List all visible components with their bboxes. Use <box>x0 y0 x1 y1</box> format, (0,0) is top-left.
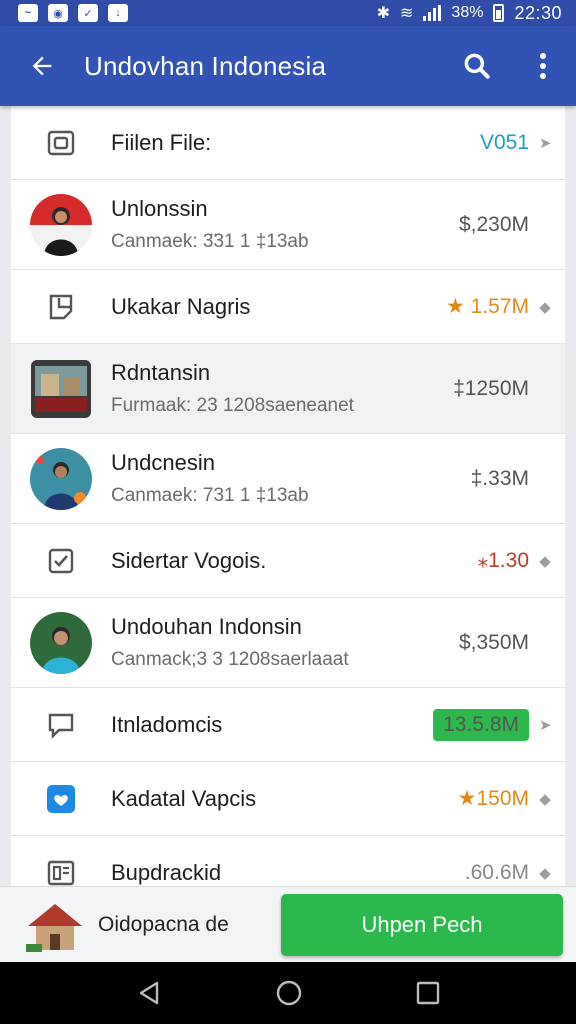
search-icon <box>464 53 490 79</box>
item-subtitle: Canmack;3 3 1208saerlaaat <box>111 649 349 670</box>
item-title: Unlonssin <box>111 196 208 221</box>
chevron-icon: ◆ <box>539 790 551 808</box>
app-icon <box>47 784 75 813</box>
chevron-icon: ◆ <box>539 552 551 570</box>
item-subtitle: Canmaek: 731 1 ‡13ab <box>111 485 309 506</box>
list-item[interactable]: Kadatal Vapcis ★150M ◆ <box>11 762 565 836</box>
list-item[interactable]: Itnladomcis 13.5.8M ➤ <box>11 688 565 762</box>
list-item[interactable]: Bupdrackid .60.6M ◆ <box>11 836 565 886</box>
back-button[interactable] <box>0 26 84 106</box>
status-bar: ~ ◉ ✓ ↓ ✱ ≋ 38% 22:30 <box>0 0 576 26</box>
signal-icon <box>423 5 442 21</box>
battery-percent: 38% <box>451 4 484 21</box>
bottom-label: Oidopacna de <box>98 912 229 936</box>
checkbox-icon <box>48 548 74 573</box>
bottom-action-bar: Oidopacna de Uhpen Pech <box>0 886 576 962</box>
file-header-row[interactable]: Fiilen File: V051 ➤ <box>11 106 565 180</box>
list-item[interactable]: Ukakar Nagris ★ 1.57M ◆ <box>11 270 565 344</box>
thumbnail-image <box>31 359 91 418</box>
list-item[interactable]: Sidertar Vogois. ⁎1.30 ◆ <box>11 524 565 598</box>
page-title: Undovhan Indonesia <box>84 50 327 81</box>
item-title: Rdntansin <box>111 360 211 385</box>
download-list: Fiilen File: V051 ➤ Unlonssin Canmaek: 3… <box>11 106 565 886</box>
file-icon <box>47 130 75 155</box>
app-bar: Undovhan Indonesia <box>0 26 576 106</box>
item-value: ★ 1.57M <box>445 295 529 318</box>
list-item[interactable]: Undcnesin Canmaek: 731 1 ‡13ab ‡.33M <box>11 434 565 524</box>
item-value: $,350M <box>458 630 529 654</box>
gallery-icon <box>47 860 75 885</box>
chat-icon <box>48 713 74 739</box>
chevron-icon: ◆ <box>539 298 551 316</box>
download-icon: ↓ <box>108 4 128 22</box>
item-title: Bupdrackid <box>111 859 222 885</box>
battery-icon <box>493 4 505 22</box>
file-header-label: Fiilen File: <box>111 129 212 155</box>
open-button[interactable]: Uhpen Pech <box>281 893 563 956</box>
avatar <box>30 447 92 510</box>
bluetooth-icon: ✱ <box>376 5 391 22</box>
chevron-right-icon: ➤ <box>539 716 552 734</box>
item-title: Itnladomcis <box>111 711 223 737</box>
item-value: ★150M <box>457 787 529 810</box>
avatar <box>30 611 92 674</box>
document-icon <box>49 294 73 319</box>
home-nav-icon[interactable] <box>274 978 304 1008</box>
mail-icon: ✓ <box>78 4 98 22</box>
avatar <box>30 193 92 256</box>
item-title: Ukakar Nagris <box>111 293 251 319</box>
item-value-badge: 13.5.8M <box>433 708 529 741</box>
list-item[interactable]: Unlonssin Canmaek: 3̈31 1 ‡13ab $,230M <box>11 180 565 270</box>
arrow-left-icon <box>32 56 52 76</box>
wifi-icon: ≋ <box>400 5 414 22</box>
item-value: .60.6M <box>464 860 529 884</box>
item-value: $,230M <box>458 212 529 236</box>
more-vert-icon <box>540 53 546 79</box>
sync-icon: ◉ <box>48 4 68 22</box>
system-nav-bar <box>0 962 576 1024</box>
item-value: ‡.33M <box>470 466 529 490</box>
house-thumbnail <box>24 893 86 956</box>
search-button[interactable] <box>444 26 510 106</box>
item-title: Sidertar Vogois. <box>111 547 267 573</box>
item-subtitle: Canmaek: 3̈31 1 ‡13ab <box>111 231 309 252</box>
chevron-icon: ◆ <box>539 864 551 882</box>
status-notifications: ~ ◉ ✓ ↓ <box>18 4 128 22</box>
item-value: ‡1250M <box>453 376 529 400</box>
item-value: ⁎1.30 <box>477 549 529 572</box>
back-nav-icon[interactable] <box>135 979 163 1007</box>
status-indicators: ✱ ≋ 38% 22:30 <box>377 3 562 24</box>
notification-icon: ~ <box>18 4 38 22</box>
item-title: Kadatal Vapcis <box>111 785 257 811</box>
list-item[interactable]: Undouhan Indonsin Canmack;3 3 1208saerla… <box>11 598 565 688</box>
overflow-menu-button[interactable] <box>510 26 576 106</box>
chevron-right-icon: ➤ <box>539 134 552 152</box>
list-item[interactable]: Rdntansin Furmaak: 23 1208saeneanet ‡125… <box>11 344 565 434</box>
item-title: Undouhan Indonsin <box>111 614 302 639</box>
clock: 22:30 <box>514 2 562 23</box>
recents-nav-icon[interactable] <box>415 980 441 1006</box>
item-title: Undcnesin <box>111 450 215 475</box>
item-subtitle: Furmaak: 23 1208saeneanet <box>111 395 354 416</box>
file-header-value: V051 <box>479 130 529 154</box>
